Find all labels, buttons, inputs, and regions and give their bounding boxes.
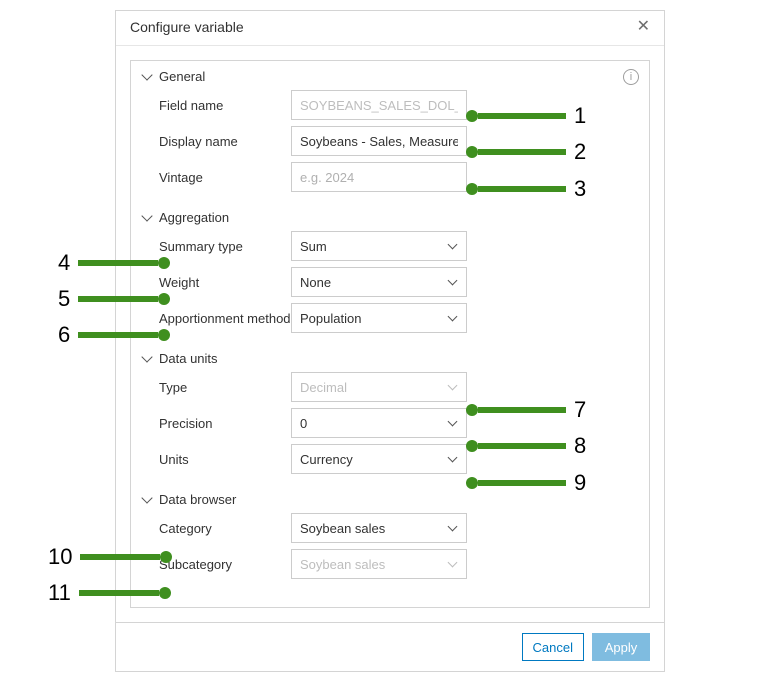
annotation-line bbox=[478, 443, 566, 449]
subcategory-select: Soybean sales bbox=[291, 549, 467, 579]
annotation-10: 10 bbox=[40, 544, 172, 570]
field-name-value: SOYBEANS_SALES_DOL_TOT bbox=[300, 98, 458, 113]
annotation-number: 4 bbox=[50, 250, 78, 276]
annotation-dot bbox=[466, 183, 478, 195]
subcategory-value: Soybean sales bbox=[300, 557, 458, 572]
type-select: Decimal bbox=[291, 372, 467, 402]
label-field-name: Field name bbox=[141, 98, 291, 113]
annotation-number: 7 bbox=[566, 397, 594, 423]
row-apportionment: Apportionment method Population bbox=[141, 303, 639, 333]
category-select[interactable]: Soybean sales bbox=[291, 513, 467, 543]
annotation-dot bbox=[158, 329, 170, 341]
dialog-title: Configure variable bbox=[130, 19, 244, 35]
label-display-name: Display name bbox=[141, 134, 291, 149]
chevron-down-icon bbox=[141, 210, 152, 221]
section-title-aggregation: Aggregation bbox=[159, 210, 229, 225]
units-value: Currency bbox=[300, 452, 458, 467]
annotation-number: 5 bbox=[50, 286, 78, 312]
annotation-dot bbox=[466, 477, 478, 489]
label-category: Category bbox=[141, 521, 291, 536]
annotation-number: 8 bbox=[566, 433, 594, 459]
section-title-data-units: Data units bbox=[159, 351, 218, 366]
annotation-dot bbox=[159, 587, 171, 599]
row-weight: Weight None bbox=[141, 267, 639, 297]
summary-type-value: Sum bbox=[300, 239, 458, 254]
close-icon[interactable]: ✕ bbox=[637, 19, 650, 35]
annotation-dot bbox=[466, 404, 478, 416]
label-vintage: Vintage bbox=[141, 170, 291, 185]
annotation-line bbox=[478, 186, 566, 192]
annotation-number: 1 bbox=[566, 103, 594, 129]
cancel-button[interactable]: Cancel bbox=[522, 633, 584, 661]
annotation-number: 10 bbox=[40, 544, 80, 570]
section-toggle-data-units[interactable]: Data units bbox=[141, 351, 639, 366]
annotation-line bbox=[478, 149, 566, 155]
annotation-line bbox=[478, 113, 566, 119]
annotation-number: 3 bbox=[566, 176, 594, 202]
vintage-placeholder: e.g. 2024 bbox=[300, 170, 458, 185]
weight-select[interactable]: None bbox=[291, 267, 467, 297]
annotation-8: 8 bbox=[466, 433, 594, 459]
apportionment-select[interactable]: Population bbox=[291, 303, 467, 333]
annotation-dot bbox=[158, 293, 170, 305]
annotation-2: 2 bbox=[466, 139, 594, 165]
annotation-number: 2 bbox=[566, 139, 594, 165]
precision-value: 0 bbox=[300, 416, 458, 431]
annotation-dot bbox=[466, 110, 478, 122]
type-value: Decimal bbox=[300, 380, 458, 395]
annotation-5: 5 bbox=[50, 286, 170, 312]
annotation-dot bbox=[466, 440, 478, 452]
annotation-1: 1 bbox=[466, 103, 594, 129]
apportionment-value: Population bbox=[300, 311, 458, 326]
section-toggle-general[interactable]: General bbox=[141, 69, 639, 84]
annotation-9: 9 bbox=[466, 470, 594, 496]
annotation-6: 6 bbox=[50, 322, 170, 348]
annotation-line bbox=[478, 407, 566, 413]
weight-value: None bbox=[300, 275, 458, 290]
display-name-input[interactable]: Soybeans - Sales, Measured In bbox=[291, 126, 467, 156]
annotation-dot bbox=[466, 146, 478, 158]
field-name-input: SOYBEANS_SALES_DOL_TOT bbox=[291, 90, 467, 120]
display-name-value: Soybeans - Sales, Measured In bbox=[300, 134, 458, 149]
chevron-down-icon bbox=[141, 69, 152, 80]
summary-type-select[interactable]: Sum bbox=[291, 231, 467, 261]
annotation-dot bbox=[158, 257, 170, 269]
section-title-general: General bbox=[159, 69, 205, 84]
annotation-number: 11 bbox=[40, 580, 79, 606]
dialog-body: i General Field name SOYBEANS_SALES_DOL_… bbox=[116, 46, 664, 622]
dialog-header: Configure variable ✕ bbox=[116, 11, 664, 46]
apply-button[interactable]: Apply bbox=[592, 633, 650, 661]
units-select[interactable]: Currency bbox=[291, 444, 467, 474]
chevron-down-icon bbox=[141, 351, 152, 362]
annotation-dot bbox=[160, 551, 172, 563]
annotation-line bbox=[78, 260, 158, 266]
annotation-11: 11 bbox=[40, 580, 171, 606]
label-type: Type bbox=[141, 380, 291, 395]
annotation-line bbox=[79, 590, 159, 596]
annotation-line bbox=[478, 480, 566, 486]
section-toggle-aggregation[interactable]: Aggregation bbox=[141, 210, 639, 225]
annotation-number: 9 bbox=[566, 470, 594, 496]
category-value: Soybean sales bbox=[300, 521, 458, 536]
row-category: Category Soybean sales bbox=[141, 513, 639, 543]
annotation-line bbox=[80, 554, 160, 560]
label-precision: Precision bbox=[141, 416, 291, 431]
row-subcategory: Subcategory Soybean sales bbox=[141, 549, 639, 579]
info-icon[interactable]: i bbox=[623, 69, 639, 85]
label-units: Units bbox=[141, 452, 291, 467]
annotation-7: 7 bbox=[466, 397, 594, 423]
section-title-data-browser: Data browser bbox=[159, 492, 236, 507]
vintage-input[interactable]: e.g. 2024 bbox=[291, 162, 467, 192]
annotation-line bbox=[78, 296, 158, 302]
chevron-down-icon bbox=[141, 492, 152, 503]
precision-select[interactable]: 0 bbox=[291, 408, 467, 438]
annotation-number: 6 bbox=[50, 322, 78, 348]
annotation-line bbox=[78, 332, 158, 338]
dialog-footer: Cancel Apply bbox=[116, 622, 664, 671]
row-summary-type: Summary type Sum bbox=[141, 231, 639, 261]
annotation-3: 3 bbox=[466, 176, 594, 202]
annotation-4: 4 bbox=[50, 250, 170, 276]
